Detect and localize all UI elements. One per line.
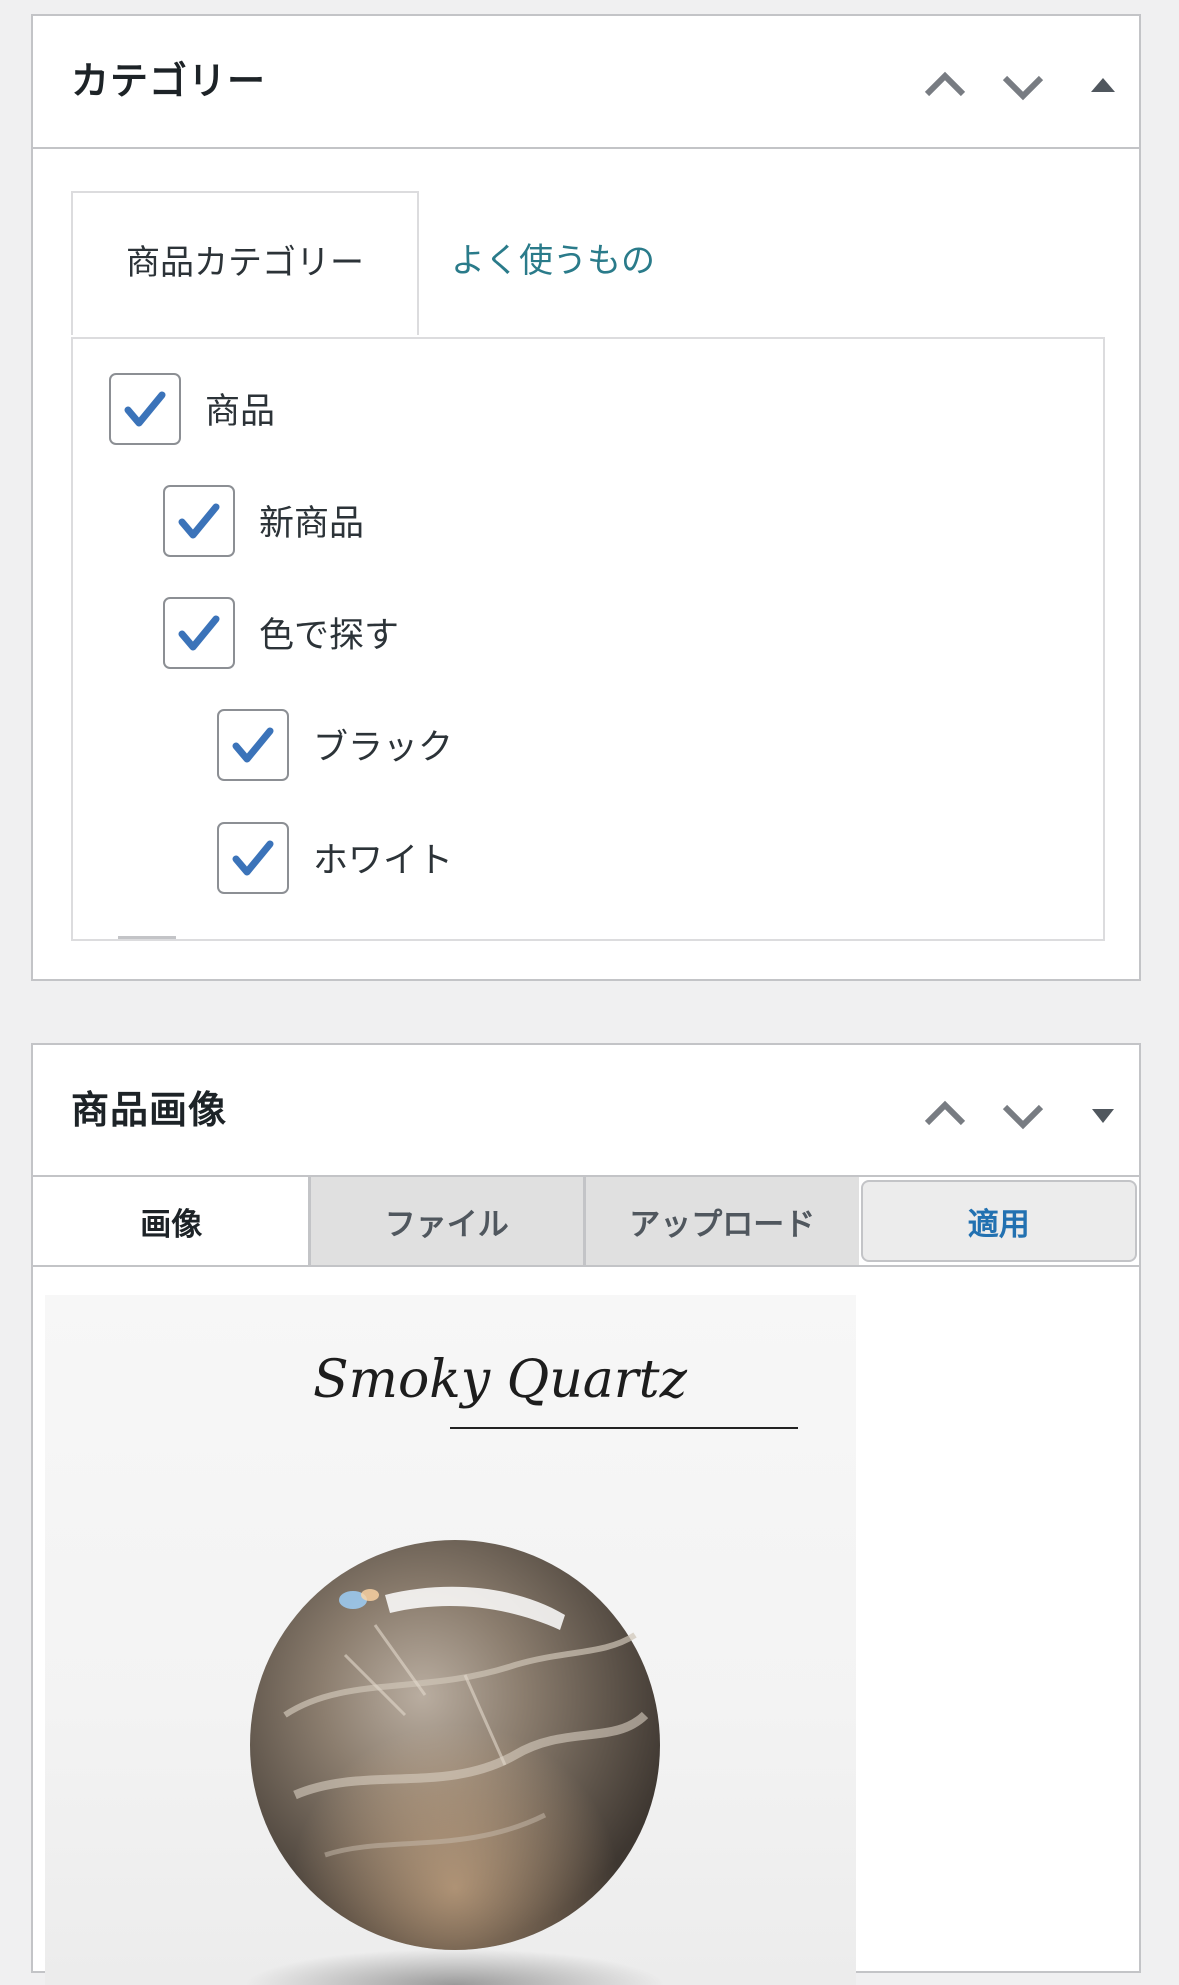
chevron-up-icon	[924, 71, 966, 97]
chevron-down-icon	[1002, 75, 1044, 101]
category-checkbox[interactable]	[109, 372, 181, 445]
category-label: 新商品	[259, 504, 365, 544]
image-tabs: 画像 ファイル アップロード 適用	[33, 1175, 1139, 1267]
move-up-button[interactable]	[915, 1085, 975, 1145]
clipped-checkbox-edge	[118, 936, 176, 939]
smoky-quartz-sphere-photo: Smoky Quartz	[245, 1350, 798, 1985]
category-label: 色で探す	[259, 616, 400, 656]
category-item: ホワイト	[217, 820, 453, 895]
tab-file[interactable]: ファイル	[307, 1177, 583, 1265]
triangle-up-icon	[1091, 78, 1115, 92]
checkmark-icon	[178, 503, 220, 538]
checkmark-icon	[232, 727, 274, 762]
product-image[interactable]: Smoky Quartz	[45, 1295, 856, 1985]
category-panel: カテゴリー 商品カテゴリー よく使うもの 商品 新商品 色で探す ブラック ホワ…	[31, 14, 1141, 981]
checkmark-icon	[232, 840, 274, 875]
category-checkbox[interactable]	[217, 821, 289, 894]
product-image-panel-header: 商品画像	[33, 1045, 1139, 1175]
tab-product-categories[interactable]: 商品カテゴリー	[71, 191, 419, 335]
triangle-down-icon	[1092, 1109, 1114, 1123]
category-label: 商品	[205, 392, 276, 432]
chevron-down-icon	[1002, 1104, 1044, 1130]
image-caption: Smoky Quartz	[313, 1350, 688, 1410]
product-image-panel-title: 商品画像	[71, 1088, 228, 1132]
checkmark-icon	[178, 615, 220, 650]
category-item: 色で探す	[163, 595, 399, 670]
move-down-button[interactable]	[993, 56, 1053, 116]
tab-upload[interactable]: アップロード	[583, 1177, 859, 1265]
category-item: 新商品	[163, 483, 364, 558]
category-checkbox[interactable]	[217, 708, 289, 781]
category-checklist: 商品 新商品 色で探す ブラック ホワイト	[71, 337, 1105, 941]
category-item: ブラック	[217, 707, 453, 782]
expand-toggle-button[interactable]	[1073, 1085, 1133, 1145]
category-item: 商品	[109, 371, 275, 446]
chevron-up-icon	[924, 1100, 966, 1126]
checkmark-icon	[124, 391, 166, 426]
collapse-toggle-button[interactable]	[1073, 56, 1133, 116]
tab-image[interactable]: 画像	[35, 1179, 308, 1263]
category-label: ホワイト	[313, 841, 454, 881]
category-checkbox[interactable]	[163, 596, 235, 669]
move-down-button[interactable]	[993, 1085, 1053, 1145]
move-up-button[interactable]	[915, 56, 975, 116]
category-label: ブラック	[313, 728, 454, 768]
apply-button[interactable]: 適用	[860, 1180, 1137, 1262]
tab-most-used[interactable]: よく使うもの	[451, 191, 655, 335]
category-checkbox[interactable]	[163, 484, 235, 557]
product-image-panel: 商品画像 画像 ファイル アップロード 適用 Smoky Quartz	[31, 1043, 1141, 1985]
category-panel-header: カテゴリー	[33, 16, 1139, 149]
category-panel-title: カテゴリー	[71, 59, 267, 103]
